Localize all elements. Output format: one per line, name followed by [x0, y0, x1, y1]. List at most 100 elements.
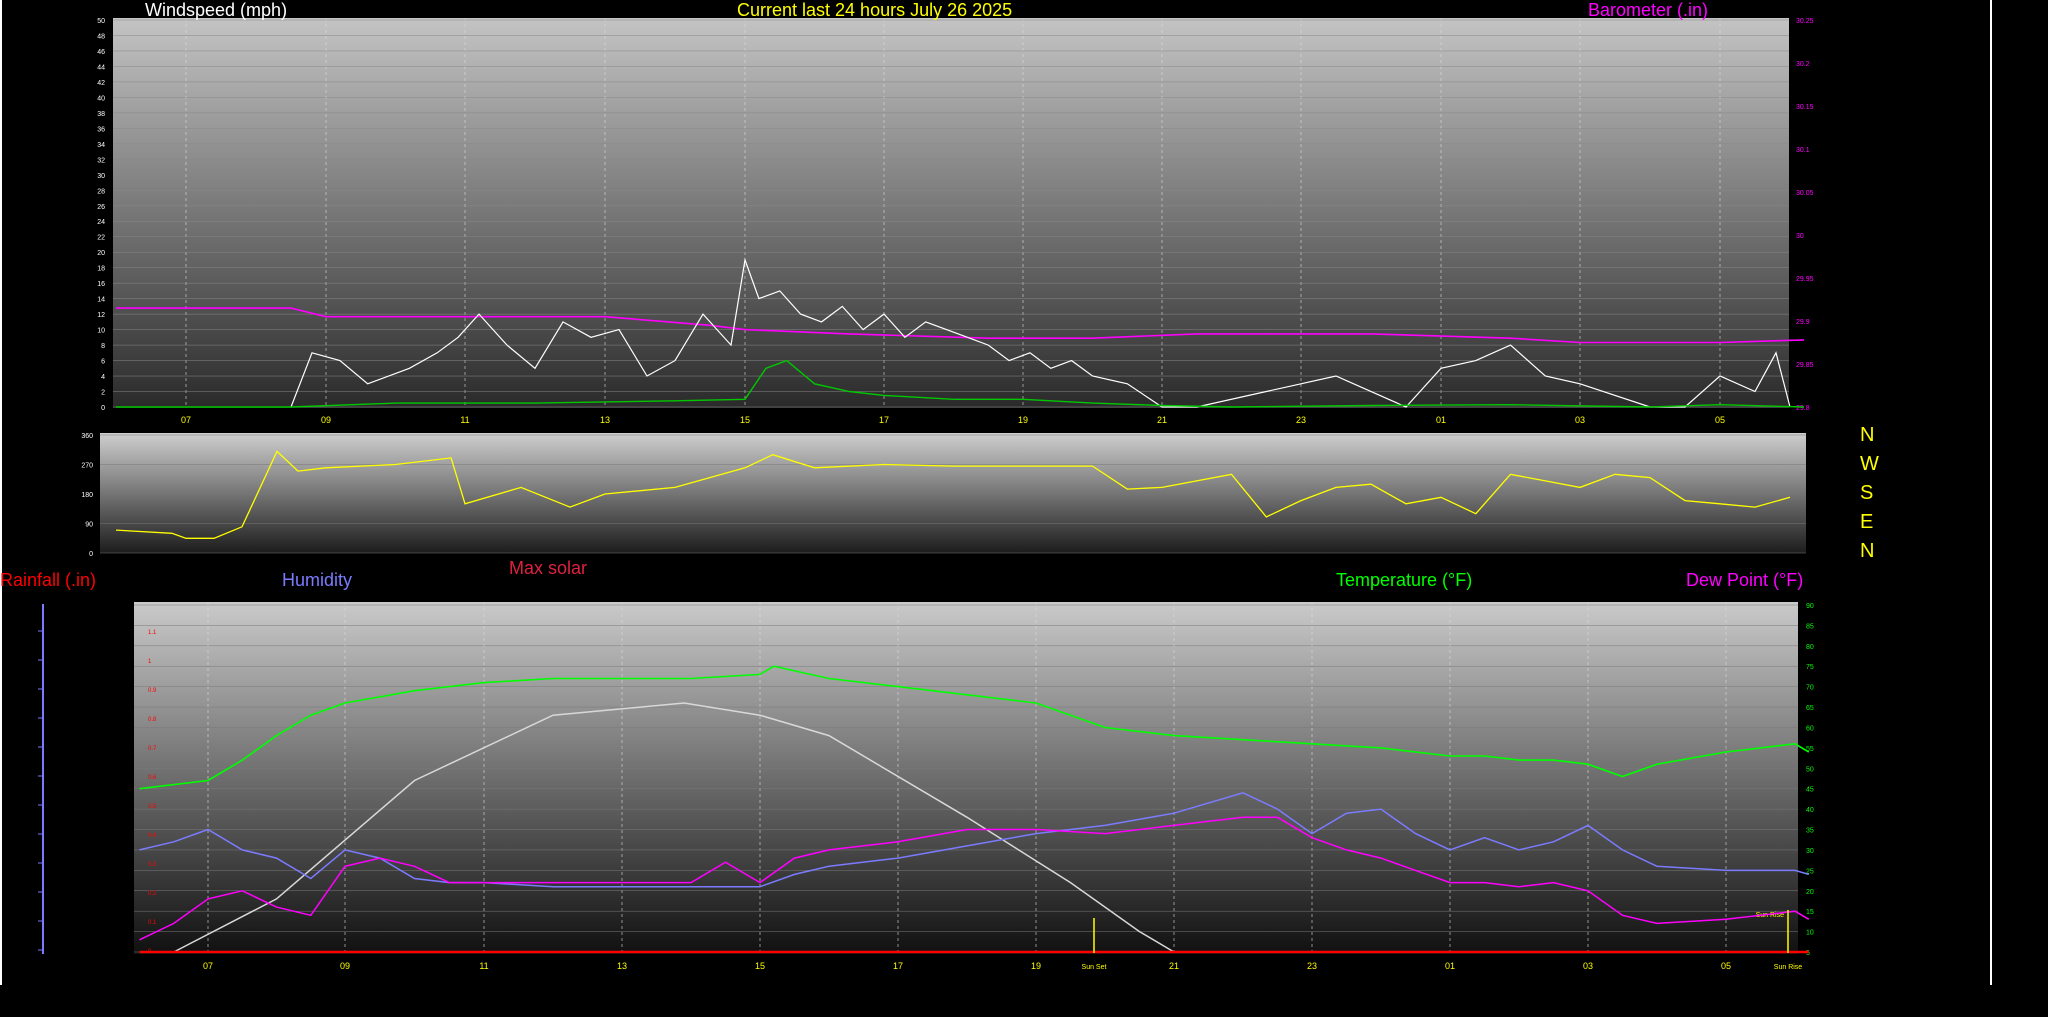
temperature-label: Temperature (°F): [1336, 570, 1473, 590]
left-border: [0, 0, 2, 985]
wind-x-tick: 23: [1296, 415, 1306, 425]
wind-x-tick: 09: [321, 415, 331, 425]
barometer-tick: 30.05: [1796, 190, 1814, 197]
windspeed-tick: 50: [97, 18, 105, 25]
wind-x-tick: 19: [1018, 415, 1028, 425]
temp-plot-area: [134, 602, 1798, 954]
windspeed-tick: 12: [97, 312, 105, 319]
temperature-tick: 20: [1806, 889, 1814, 896]
temp-x-tick: 21: [1169, 961, 1179, 971]
rainfall-tick: 0.7: [148, 746, 157, 752]
windspeed-tick: 26: [97, 204, 105, 211]
barometer-tick: 30.25: [1796, 18, 1814, 25]
wind-x-tick: 15: [740, 415, 750, 425]
temperature-tick: 65: [1806, 705, 1814, 712]
max-solar-label: Max solar: [509, 558, 588, 578]
direction-tick: 360: [81, 433, 93, 440]
compass-e: E: [1860, 511, 1874, 533]
windspeed-label: Windspeed (mph): [145, 0, 288, 20]
compass-n-bottom: N: [1860, 540, 1875, 562]
humidity-label: Humidity: [282, 570, 353, 590]
temp-x-tick: 23: [1307, 961, 1317, 971]
barometer-tick: 29.8: [1796, 405, 1810, 412]
wind-x-tick: 01: [1436, 415, 1446, 425]
chart-title: Current last 24 hours July 26 2025: [737, 0, 1013, 20]
direction-tick: 270: [81, 463, 93, 470]
temp-x-tick: 01: [1445, 961, 1455, 971]
temperature-tick: 70: [1806, 685, 1814, 692]
windspeed-tick: 28: [97, 188, 105, 195]
temperature-tick: 80: [1806, 644, 1814, 651]
temp-x-tick: 05: [1721, 961, 1731, 971]
wind-x-tick: 17: [879, 415, 889, 425]
windspeed-tick: 20: [97, 250, 105, 257]
direction-tick: 90: [85, 522, 93, 529]
wind-x-tick: 07: [181, 415, 191, 425]
compass-s: S: [1860, 482, 1874, 504]
temperature-tick: 30: [1806, 848, 1814, 855]
rainfall-tick: 0.4: [148, 833, 157, 839]
temperature-tick: 90: [1806, 603, 1814, 610]
compass-n-top: N: [1860, 424, 1875, 446]
temperature-tick: 60: [1806, 725, 1814, 732]
windspeed-tick: 18: [97, 266, 105, 273]
barometer-tick: 30.1: [1796, 147, 1810, 154]
barometer-tick: 30: [1796, 233, 1804, 240]
temperature-tick: 35: [1806, 828, 1814, 835]
rainfall-tick: 0.5: [148, 804, 157, 810]
windspeed-tick: 36: [97, 126, 105, 133]
windspeed-tick: 6: [101, 359, 105, 366]
rainfall-tick: 0.3: [148, 862, 157, 868]
barometer-tick: 29.95: [1796, 276, 1814, 283]
windspeed-tick: 10: [97, 328, 105, 335]
temp-x-tick: 07: [203, 961, 213, 971]
windspeed-tick: 34: [97, 142, 105, 149]
temperature-tick: 75: [1806, 664, 1814, 671]
rainfall-tick: 0.6: [148, 775, 157, 781]
windspeed-tick: 32: [97, 157, 105, 164]
temperature-tick: 45: [1806, 787, 1814, 794]
windspeed-tick: 48: [97, 33, 105, 40]
dew-point-label: Dew Point (°F): [1686, 570, 1804, 590]
windspeed-tick: 24: [97, 219, 105, 226]
temp-x-tick: 17: [893, 961, 903, 971]
temp-x-tick: 03: [1583, 961, 1593, 971]
temp-x-tick: 15: [755, 961, 765, 971]
rainfall-tick: 0.9: [148, 688, 157, 694]
rainfall-tick: 0.1: [148, 920, 157, 926]
temperature-tick: 85: [1806, 623, 1814, 630]
wind-x-tick: 03: [1575, 415, 1585, 425]
windspeed-tick: 40: [97, 95, 105, 102]
temp-x-tick: 19: [1031, 961, 1041, 971]
wind-x-tick: 11: [460, 415, 469, 425]
temp-x-tick: 13: [617, 961, 627, 971]
windspeed-tick: 30: [97, 173, 105, 180]
direction-tick: 0: [89, 551, 93, 558]
windspeed-tick: 2: [101, 390, 105, 397]
temp-x-tick: 09: [340, 961, 350, 971]
windspeed-tick: 16: [97, 281, 105, 288]
compass-w: W: [1860, 453, 1879, 475]
temperature-tick: 50: [1806, 766, 1814, 773]
barometer-tick: 29.85: [1796, 362, 1814, 369]
windspeed-tick: 0: [101, 405, 105, 412]
rainfall-tick: 0.8: [148, 717, 157, 723]
sunrise-label-axis: Sun Rise: [1774, 964, 1803, 971]
rainfall-label: Rainfall (.in): [0, 570, 97, 590]
wind-x-tick: 05: [1715, 415, 1725, 425]
windspeed-tick: 14: [97, 297, 105, 304]
windspeed-tick: 46: [97, 49, 105, 56]
weather-graph: 07 09 11 13 15 17 19 21 23 01 03 050246810121416182…: [38, 18, 1814, 971]
rainfall-tick: 0.2: [148, 891, 157, 897]
windspeed-tick: 22: [97, 235, 105, 242]
direction-tick: 180: [81, 492, 93, 499]
wind-x-tick: 13: [600, 415, 610, 425]
windspeed-tick: 42: [97, 80, 105, 87]
windspeed-tick: 44: [97, 64, 105, 71]
barometer-tick: 29.9: [1796, 319, 1810, 326]
temperature-tick: 15: [1806, 909, 1814, 916]
temp-x-tick: 11: [479, 961, 488, 971]
rainfall-tick: 1.1: [148, 630, 157, 636]
windspeed-tick: 4: [101, 374, 105, 381]
wind-plot-area: [113, 18, 1789, 408]
